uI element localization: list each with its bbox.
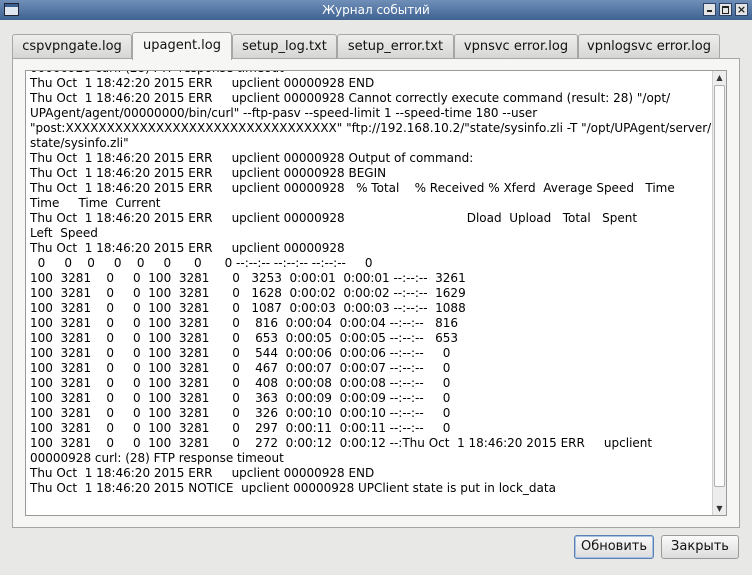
- tab-vpnlogsvc-error[interactable]: vpnlogsvc error.log: [578, 34, 720, 58]
- minimize-icon[interactable]: [703, 3, 716, 16]
- log-line: Left Speed: [30, 226, 98, 240]
- log-line: 100 3281 0 0 100 3281 0 408 0:00:08 0:00…: [30, 376, 451, 390]
- log-line: Thu Oct 1 18:46:20 2015 NOTICE upclient …: [30, 481, 556, 495]
- log-line: Thu Oct 1 18:42:20 2015 ERR upclient 000…: [30, 76, 375, 90]
- refresh-button[interactable]: Обновить: [574, 535, 654, 559]
- tab-vpnsvc-error[interactable]: vpnsvc error.log: [454, 34, 578, 58]
- vertical-scrollbar[interactable]: ▲ ▼: [712, 71, 726, 515]
- log-line: "post:XXXXXXXXXXXXXXXXXXXXXXXXXXXXXXXXX"…: [30, 121, 712, 135]
- tab-upagent-log[interactable]: upagent.log: [132, 32, 232, 60]
- log-line: Thu Oct 1 18:46:20 2015 ERR upclient 000…: [30, 211, 638, 225]
- window-title: Журнал событий: [322, 3, 430, 17]
- log-line: UPAgent/agent/00000000/bin/curl" --ftp-p…: [30, 106, 538, 120]
- log-line: 100 3281 0 0 100 3281 0 653 0:00:05 0:00…: [30, 331, 459, 345]
- log-line: 100 3281 0 0 100 3281 0 467 0:00:07 0:00…: [30, 361, 451, 375]
- log-line: 100 3281 0 0 100 3281 0 326 0:00:10 0:00…: [30, 406, 451, 420]
- log-line: 100 3281 0 0 100 3281 0 1087 0:00:03 0:0…: [30, 301, 466, 315]
- log-line: 100 3281 0 0 100 3281 0 3253 0:00:01 0:0…: [30, 271, 466, 285]
- tab-cspvpngate-log[interactable]: cspvpngate.log: [12, 34, 132, 58]
- log-line: 100 3281 0 0 100 3281 0 297 0:00:11 0:00…: [30, 421, 451, 435]
- log-line: Thu Oct 1 18:46:20 2015 ERR upclient 000…: [30, 241, 345, 255]
- log-line: 100 3281 0 0 100 3281 0 1628 0:00:02 0:0…: [30, 286, 466, 300]
- scroll-down-icon[interactable]: ▼: [713, 502, 726, 515]
- log-line: state/sysinfo.zli": [30, 136, 129, 150]
- log-line: 100 3281 0 0 100 3281 0 272 0:00:12 0:00…: [30, 436, 653, 450]
- log-line: Thu Oct 1 18:46:20 2015 ERR upclient 000…: [30, 166, 387, 180]
- log-line: 00000928 curl: (28) FTP response timeout: [30, 451, 284, 465]
- log-line: Thu Oct 1 18:46:20 2015 ERR upclient 000…: [30, 466, 375, 480]
- log-line: 100 3281 0 0 100 3281 0 363 0:00:09 0:00…: [30, 391, 451, 405]
- log-line: Time Time Current: [30, 196, 161, 210]
- tab-setup-log[interactable]: setup_log.txt: [232, 34, 337, 58]
- log-content: 00000928 curl: (28) FTP response timeout…: [30, 71, 712, 496]
- log-line: Thu Oct 1 18:46:20 2015 ERR upclient 000…: [30, 151, 474, 165]
- log-line: 0 0 0 0 0 0 0 0 --:--:-- --:--:-- --:--:…: [30, 256, 373, 270]
- tab-setup-error[interactable]: setup_error.txt: [337, 34, 454, 58]
- title-bar[interactable]: Журнал событий ×: [0, 0, 752, 20]
- log-line: Thu Oct 1 18:46:20 2015 ERR upclient 000…: [30, 91, 671, 105]
- log-text-area[interactable]: 00000928 curl: (28) FTP response timeout…: [25, 70, 727, 516]
- log-line: 100 3281 0 0 100 3281 0 544 0:00:06 0:00…: [30, 346, 451, 360]
- scrollbar-thumb[interactable]: [714, 85, 725, 487]
- scroll-up-icon[interactable]: ▲: [713, 71, 726, 84]
- log-line: Thu Oct 1 18:46:20 2015 ERR upclient 000…: [30, 181, 675, 195]
- maximize-icon[interactable]: [719, 3, 732, 16]
- close-icon[interactable]: ×: [735, 3, 748, 16]
- log-line: 100 3281 0 0 100 3281 0 816 0:00:04 0:00…: [30, 316, 459, 330]
- close-button[interactable]: Закрыть: [661, 535, 739, 559]
